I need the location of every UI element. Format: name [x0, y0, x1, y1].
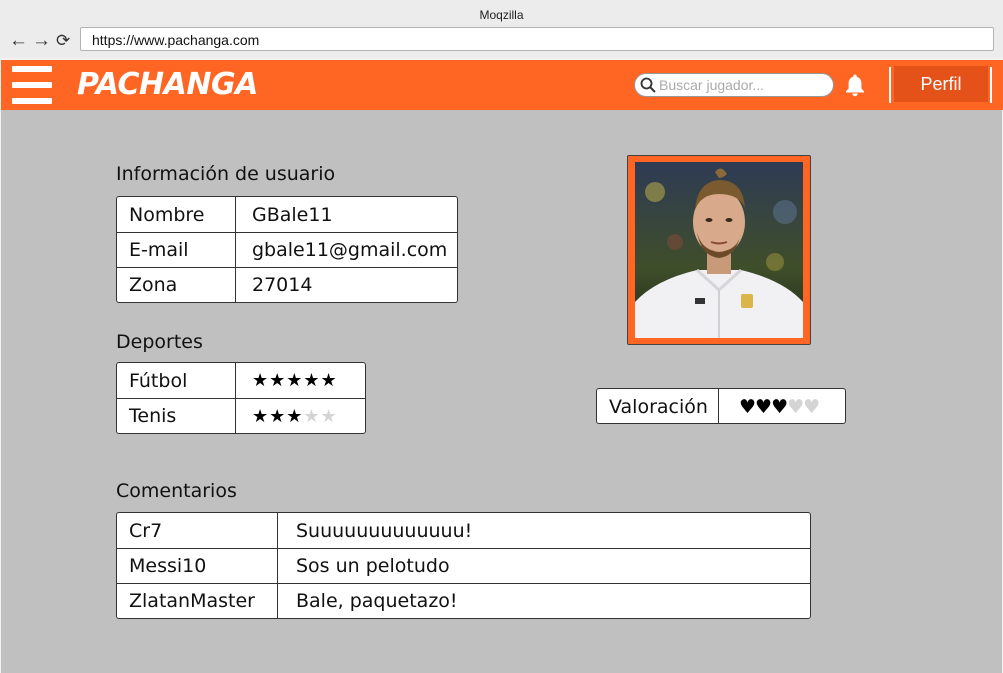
search-input[interactable] — [659, 76, 827, 94]
bell-icon[interactable] — [844, 73, 866, 97]
browser-toolbar: ← → ⟳ https://www.pachanga.com — [0, 26, 1003, 58]
comment-text: Sos un pelotudo — [277, 548, 810, 583]
app-header: PACHANGA Perfil — [1, 60, 1003, 110]
comments-table: Cr7 Suuuuuuuuuuuuu! Messi10 Sos un pelot… — [116, 512, 811, 619]
profile-button[interactable]: Perfil — [894, 66, 988, 102]
sport-name: Tenis — [117, 398, 235, 433]
table-row: E-mail gbale11@gmail.com — [117, 232, 457, 267]
forward-arrow-icon[interactable]: → — [32, 30, 51, 52]
table-row: Fútbol ★★★★★ — [117, 363, 365, 398]
hamburger-menu-icon[interactable] — [12, 66, 52, 104]
sport-name: Fútbol — [129, 369, 188, 392]
rating-label: Valoración — [609, 396, 708, 418]
profile-photo-frame — [627, 155, 811, 345]
reload-icon[interactable]: ⟳ — [56, 30, 70, 52]
table-row: Messi10 Sos un pelotudo — [117, 548, 810, 583]
main-content: Información de usuario Nombre GBale11 E-… — [1, 110, 1002, 673]
back-arrow-icon[interactable]: ← — [9, 30, 28, 52]
user-info-table: Nombre GBale11 E-mail gbale11@gmail.com … — [116, 196, 458, 303]
sports-title: Deportes — [116, 331, 203, 353]
logo[interactable]: PACHANGA — [77, 66, 258, 104]
table-row: Tenis ★★★★★ — [117, 398, 365, 433]
comment-user: ZlatanMaster — [117, 583, 277, 618]
heart-icon: ♥♥♥ — [739, 396, 788, 418]
table-row: ZlatanMaster Bale, paquetazo! — [117, 583, 810, 618]
star-icon: ★★ — [303, 405, 338, 427]
field-value: gbale11@gmail.com — [235, 232, 457, 267]
field-value: 27014 — [235, 267, 457, 302]
rating-box: Valoración ♥♥♥♥♥ — [596, 388, 846, 424]
field-value: GBale11 — [235, 197, 457, 232]
sport-rating: ★★★★★ — [235, 398, 365, 433]
table-row: Cr7 Suuuuuuuuuuuuu! — [117, 513, 810, 548]
header-divider — [990, 67, 992, 103]
comments-title: Comentarios — [116, 480, 237, 502]
heart-icon: ♥♥ — [787, 396, 820, 418]
star-icon: ★★★ — [252, 405, 304, 427]
profile-photo — [635, 162, 803, 338]
search-box[interactable] — [634, 73, 834, 97]
star-icon: ★★★★★ — [252, 370, 338, 391]
header-divider — [889, 67, 891, 103]
table-row: Zona 27014 — [117, 267, 457, 302]
field-label: Nombre — [129, 203, 205, 226]
field-label: Zona — [117, 267, 235, 302]
comment-user: Cr7 — [129, 519, 163, 542]
url-bar[interactable]: https://www.pachanga.com — [80, 27, 994, 51]
comment-user: Messi10 — [117, 548, 277, 583]
sport-rating: ★★★★★ — [235, 363, 365, 398]
search-icon — [640, 77, 656, 93]
window-title: Moqzilla — [0, 0, 1003, 28]
comment-text: Bale, paquetazo! — [277, 583, 810, 618]
sports-table: Fútbol ★★★★★ Tenis ★★★★★ — [116, 362, 366, 434]
field-label: E-mail — [117, 232, 235, 267]
comment-text: Suuuuuuuuuuuuu! — [277, 513, 810, 548]
rating-divider — [718, 389, 719, 423]
rating-hearts: ♥♥♥♥♥ — [739, 389, 820, 425]
user-info-title: Información de usuario — [116, 163, 336, 185]
table-row: Nombre GBale11 — [117, 197, 457, 232]
